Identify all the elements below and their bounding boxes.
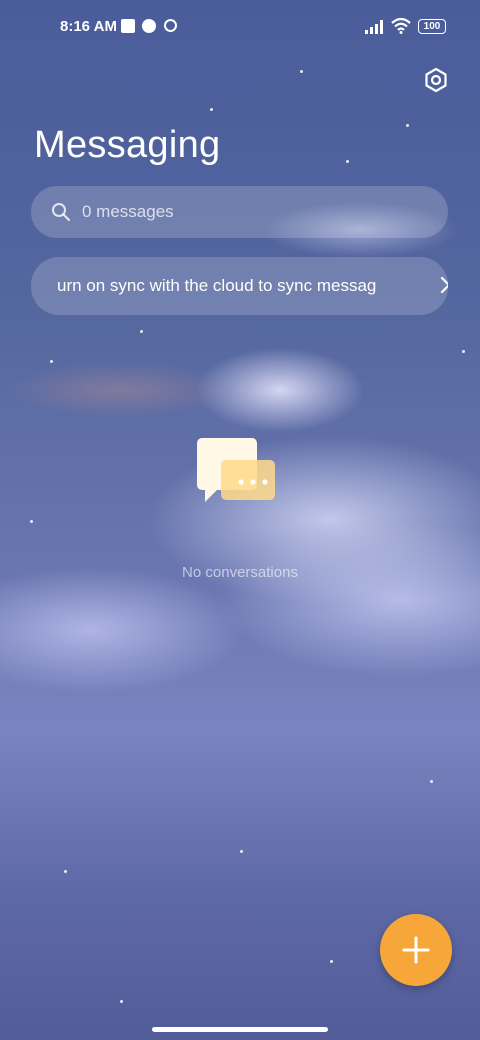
star-decoration: [462, 350, 465, 353]
plus-icon: [402, 936, 430, 964]
battery-indicator: 100: [418, 19, 446, 34]
search-bar[interactable]: 0 messages: [31, 186, 448, 238]
star-decoration: [240, 850, 243, 853]
search-icon: [52, 203, 71, 222]
wifi-icon: [391, 18, 411, 34]
status-bar: 8:16 AM 100: [0, 16, 480, 40]
cell-signal-icon: [365, 20, 383, 34]
cloud-sync-banner[interactable]: urn on sync with the cloud to sync messa…: [31, 257, 448, 315]
star-decoration: [346, 160, 349, 163]
star-decoration: [210, 108, 213, 111]
star-decoration: [64, 870, 67, 873]
status-time: 8:16 AM: [60, 18, 117, 35]
star-decoration: [140, 330, 143, 333]
star-decoration: [300, 70, 303, 73]
star-decoration: [430, 780, 433, 783]
star-decoration: [30, 520, 33, 523]
star-decoration: [120, 1000, 123, 1003]
star-decoration: [50, 360, 53, 363]
chat-bubbles-icon: [197, 438, 275, 502]
home-indicator[interactable]: [152, 1027, 328, 1032]
star-decoration: [330, 960, 333, 963]
page-title: Messaging: [34, 124, 221, 166]
new-message-button[interactable]: [380, 914, 452, 986]
search-placeholder: 0 messages: [82, 202, 174, 221]
settings-button[interactable]: [420, 64, 452, 96]
chevron-right-icon: [440, 276, 448, 294]
sync-banner-text: urn on sync with the cloud to sync messa…: [57, 276, 377, 295]
notification-square-icon: [121, 19, 135, 33]
empty-state-text: No conversations: [182, 564, 298, 581]
app-notification-icon: [142, 19, 156, 33]
settings-hexagon-icon: [425, 67, 447, 93]
star-decoration: [406, 124, 409, 127]
location-icon: [164, 19, 177, 32]
